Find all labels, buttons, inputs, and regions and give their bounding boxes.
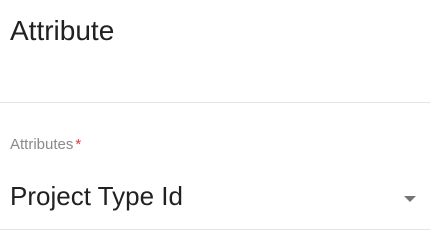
attributes-field: Attributes * Project Type Id — [0, 120, 430, 240]
attributes-select[interactable]: Project Type Id — [0, 166, 430, 230]
page-title: Attribute — [10, 15, 115, 46]
required-indicator: * — [75, 136, 82, 153]
panel-header: Attribute — [0, 0, 430, 103]
caret-down-icon[interactable] — [404, 196, 416, 202]
attribute-panel: Attribute Attributes * Project Type Id — [0, 0, 445, 246]
attributes-label-text: Attributes — [10, 136, 74, 153]
attributes-label: Attributes * — [10, 136, 81, 154]
attributes-selected-value: Project Type Id — [10, 181, 183, 211]
select-underline — [0, 229, 430, 230]
